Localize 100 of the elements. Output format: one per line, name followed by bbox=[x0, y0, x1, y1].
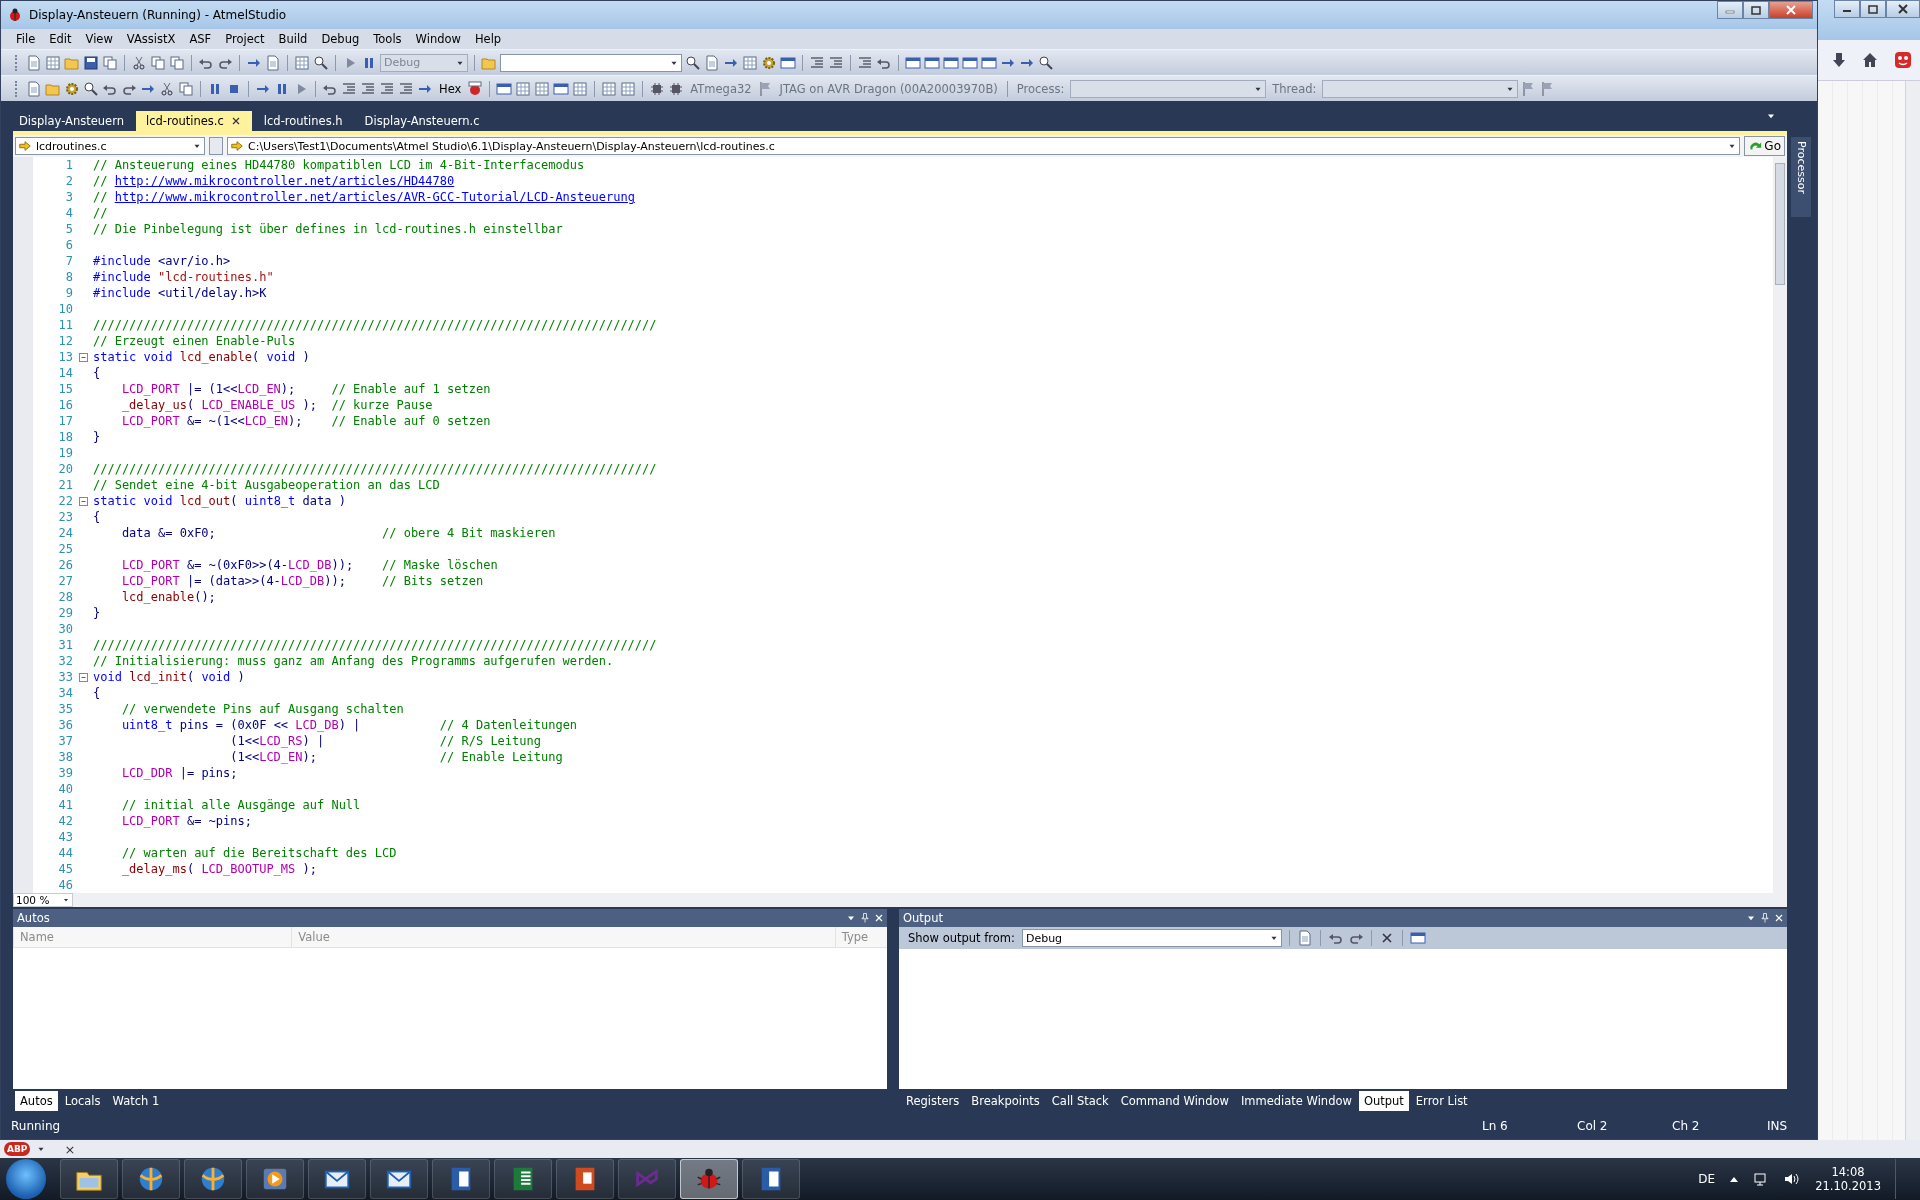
indent-icon[interactable] bbox=[341, 80, 357, 97]
maximize-button[interactable] bbox=[1743, 1, 1769, 19]
clock-time[interactable]: 14:08 bbox=[1831, 1165, 1865, 1179]
menu-item[interactable]: ASF bbox=[182, 31, 219, 47]
menu-item[interactable]: VAssistX bbox=[119, 31, 183, 47]
language-indicator[interactable]: DE bbox=[1698, 1172, 1716, 1186]
pin-icon[interactable] bbox=[1759, 912, 1771, 924]
taskbar-button[interactable] bbox=[60, 1159, 118, 1199]
menu-item[interactable]: Debug bbox=[314, 31, 367, 47]
window-icon[interactable] bbox=[924, 54, 940, 71]
window-icon[interactable] bbox=[780, 54, 796, 71]
menu-item[interactable]: Build bbox=[271, 31, 315, 47]
taskbar-button[interactable] bbox=[742, 1159, 800, 1199]
search-icon[interactable] bbox=[83, 80, 99, 97]
indent-icon[interactable] bbox=[828, 54, 844, 71]
indent-icon[interactable] bbox=[360, 80, 376, 97]
close-button[interactable] bbox=[1886, 0, 1920, 18]
file-dropdown[interactable]: lcdroutines.c bbox=[15, 137, 205, 155]
menu-item[interactable]: Help bbox=[467, 31, 509, 47]
grid-icon[interactable] bbox=[45, 54, 61, 71]
maximize-button[interactable] bbox=[1860, 0, 1886, 18]
panel-tab[interactable]: Registers bbox=[901, 1091, 965, 1111]
start-button[interactable] bbox=[6, 1159, 46, 1199]
panel-tab[interactable]: Call Stack bbox=[1046, 1091, 1114, 1111]
scissors-icon[interactable] bbox=[131, 54, 147, 71]
chip-icon[interactable] bbox=[668, 80, 685, 97]
window-icon[interactable] bbox=[943, 54, 959, 71]
download-icon[interactable] bbox=[1832, 52, 1846, 68]
grid-icon[interactable] bbox=[620, 80, 637, 97]
grid-icon[interactable] bbox=[572, 80, 589, 97]
collapse-icon[interactable] bbox=[79, 352, 88, 362]
zoom-dropdown[interactable]: 100 % bbox=[13, 893, 73, 907]
document-tab[interactable]: lcd-routines.h bbox=[253, 111, 353, 131]
taskbar-button[interactable] bbox=[308, 1159, 366, 1199]
window-icon[interactable] bbox=[905, 54, 921, 71]
vertical-scrollbar[interactable] bbox=[1773, 157, 1787, 893]
indent-icon[interactable] bbox=[379, 80, 395, 97]
indent-icon[interactable] bbox=[398, 80, 414, 97]
menu-item[interactable]: Edit bbox=[42, 31, 79, 47]
search-icon[interactable] bbox=[685, 54, 701, 71]
pin-icon[interactable] bbox=[859, 912, 871, 924]
document-icon[interactable] bbox=[26, 80, 42, 97]
output-source-dropdown[interactable]: Debug bbox=[1021, 929, 1282, 947]
side-tab[interactable]: Processor bbox=[1791, 137, 1811, 217]
document-tab[interactable]: lcd-routines.c bbox=[136, 111, 252, 131]
gear-icon[interactable] bbox=[64, 80, 80, 97]
copy-icon[interactable] bbox=[150, 54, 166, 71]
minimize-button[interactable] bbox=[1834, 0, 1860, 18]
link[interactable]: http://www.mikrocontroller.net/articles/AVR-GCC-Tutorial/LCD-Ansteuerung bbox=[114, 190, 635, 204]
panel-tab[interactable]: Watch 1 bbox=[107, 1091, 165, 1111]
collapse-icon[interactable] bbox=[79, 672, 88, 682]
adblock-badge[interactable]: ABP bbox=[4, 1142, 31, 1156]
speaker-icon[interactable] bbox=[1783, 1171, 1802, 1187]
grid-icon[interactable] bbox=[601, 80, 618, 97]
taskbar-button[interactable] bbox=[246, 1159, 304, 1199]
search-icon[interactable] bbox=[1038, 54, 1054, 71]
link[interactable]: http://www.mikrocontroller.net/articles/HD44780 bbox=[114, 174, 455, 188]
document-icon[interactable] bbox=[26, 54, 42, 71]
panel-tab[interactable]: Immediate Window bbox=[1235, 1091, 1357, 1111]
taskbar-button[interactable] bbox=[680, 1159, 738, 1199]
taskbar-button[interactable] bbox=[370, 1159, 428, 1199]
panel-tab[interactable]: Output bbox=[1358, 1091, 1409, 1111]
window-icon[interactable] bbox=[981, 54, 997, 71]
menu-item[interactable]: View bbox=[78, 31, 120, 47]
menu-item[interactable]: Project bbox=[218, 31, 272, 47]
grid-icon[interactable] bbox=[534, 80, 551, 97]
collapse-icon[interactable] bbox=[79, 496, 88, 506]
menu-item[interactable]: Window bbox=[408, 31, 468, 47]
search-icon[interactable] bbox=[313, 54, 329, 71]
window-icon[interactable] bbox=[1409, 930, 1426, 946]
panel-tab[interactable]: Error List bbox=[1410, 1091, 1473, 1111]
document-tab[interactable]: Display-Ansteuern bbox=[9, 111, 134, 131]
indent-icon[interactable] bbox=[809, 54, 825, 71]
document-icon[interactable] bbox=[1296, 930, 1313, 946]
go-button[interactable]: Go bbox=[1744, 136, 1785, 156]
scissors-icon[interactable] bbox=[159, 80, 175, 97]
home-icon[interactable] bbox=[1862, 52, 1878, 68]
taskbar-button[interactable] bbox=[432, 1159, 490, 1199]
grid-icon[interactable] bbox=[742, 54, 758, 71]
smiley-icon[interactable] bbox=[1894, 51, 1912, 69]
grid-icon[interactable] bbox=[515, 80, 532, 97]
vertical-scrollbar[interactable] bbox=[1905, 81, 1920, 1140]
close-button[interactable]: × bbox=[64, 1141, 76, 1157]
panel-tab[interactable]: Autos bbox=[15, 1091, 58, 1111]
menu-item[interactable]: File bbox=[9, 31, 43, 47]
document-icon[interactable] bbox=[265, 54, 281, 71]
close-icon[interactable] bbox=[1773, 912, 1785, 924]
indent-icon[interactable] bbox=[857, 54, 873, 71]
expand-icon[interactable] bbox=[1729, 1175, 1740, 1183]
taskbar-button[interactable] bbox=[556, 1159, 614, 1199]
chip-icon[interactable] bbox=[649, 80, 666, 97]
copy-icon[interactable] bbox=[178, 80, 194, 97]
taskbar-button[interactable] bbox=[494, 1159, 552, 1199]
hex-button[interactable]: Hex bbox=[436, 81, 465, 96]
window-icon[interactable] bbox=[496, 80, 513, 97]
close-icon[interactable] bbox=[873, 912, 885, 924]
clock-date[interactable]: 21.10.2013 bbox=[1815, 1179, 1881, 1193]
path-dropdown[interactable]: C:\Users\Test1\Documents\Atmel Studio\6.1\Display-Ansteuern\Display-Ansteuern\lcd-routines.c bbox=[227, 137, 1741, 155]
copy-icon[interactable] bbox=[169, 54, 185, 71]
taskbar-button[interactable] bbox=[184, 1159, 242, 1199]
